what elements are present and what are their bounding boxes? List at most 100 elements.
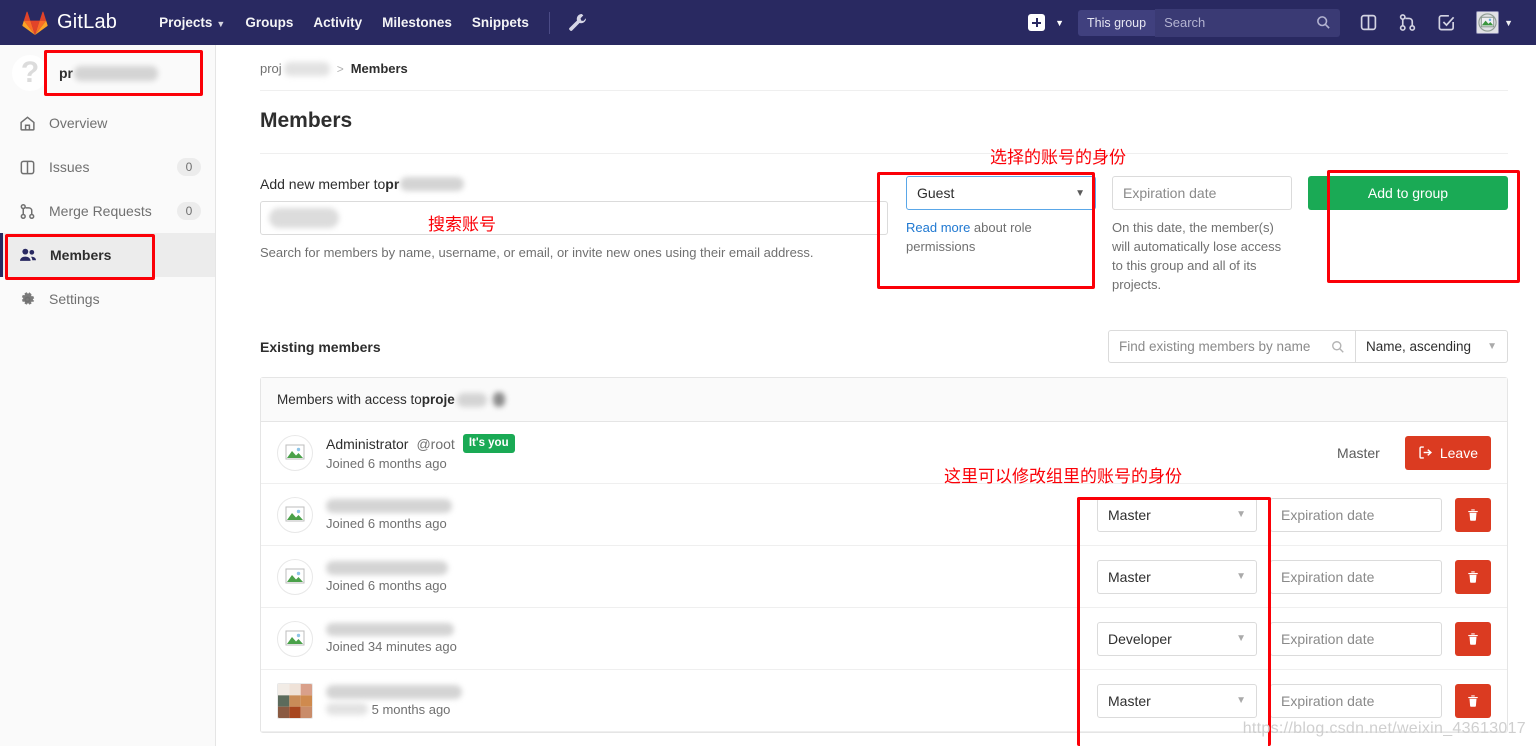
redacted-member-name (326, 685, 462, 699)
submit-column: Add to group (1308, 176, 1508, 210)
remove-member-button[interactable] (1455, 498, 1491, 532)
member-controls: Master ▼ Expiration date (1097, 560, 1491, 594)
remove-member-button[interactable] (1455, 684, 1491, 718)
add-to-group-button[interactable]: Add to group (1308, 176, 1508, 210)
role-select[interactable]: Guest ▼ (906, 176, 1096, 210)
expiration-help: On this date, the member(s) will automat… (1112, 219, 1292, 294)
sidebar-item-issues[interactable]: Issues 0 (0, 145, 215, 189)
add-member-label-group: pr (385, 176, 399, 192)
member-expiration-input[interactable]: Expiration date (1270, 560, 1442, 594)
expiration-date-input[interactable]: Expiration date (1112, 176, 1292, 210)
existing-members-title: Existing members (260, 339, 381, 355)
member-expiration-placeholder: Expiration date (1281, 569, 1374, 585)
wrench-icon[interactable] (560, 13, 595, 32)
table-row: Joined 6 months ago Master ▼ Expiration … (261, 546, 1507, 608)
table-row: 5 months ago Master ▼ Expiration date (261, 670, 1507, 732)
breadcrumb-root[interactable]: proj (260, 61, 282, 76)
sidebar-item-merge-requests-label: Merge Requests (49, 203, 164, 219)
member-role-value: Master (1108, 569, 1151, 585)
trash-icon (1466, 508, 1480, 522)
member-role-select[interactable]: Developer ▼ (1097, 622, 1257, 656)
find-members-input[interactable]: Find existing members by name (1108, 330, 1356, 363)
user-menu-button[interactable]: ▼ (1467, 11, 1522, 34)
nav-link-milestones[interactable]: Milestones (372, 1, 462, 44)
add-member-label-prefix: Add new member to (260, 176, 385, 192)
nav-link-projects[interactable]: Projects▼ (149, 1, 235, 44)
question-mark-avatar-icon: ? (12, 55, 48, 91)
sidebar-item-overview-label: Overview (49, 115, 201, 131)
merge-requests-icon[interactable] (1389, 13, 1426, 32)
nav-link-activity[interactable]: Activity (303, 1, 372, 44)
sort-select[interactable]: Name, ascending ▼ (1356, 330, 1508, 363)
chevron-down-icon: ▼ (1504, 18, 1513, 28)
member-search-help: Search for members by name, username, or… (260, 244, 888, 263)
expiration-column: Expiration date On this date, the member… (1112, 176, 1308, 294)
sidebar-group-name-text: pr (59, 65, 73, 81)
sidebar-group-header[interactable]: ? pr (0, 45, 215, 101)
member-name-line: Administrator @root It's you (326, 434, 1337, 453)
member-expiration-input[interactable]: Expiration date (1270, 684, 1442, 718)
breadcrumb-separator: > (337, 62, 344, 76)
remove-member-button[interactable] (1455, 560, 1491, 594)
redacted-member-name (326, 499, 452, 513)
trash-icon (1466, 694, 1480, 708)
sidebar-item-members-label: Members (50, 247, 201, 263)
status-badge: It's you (463, 434, 515, 453)
member-info: Joined 6 months ago (326, 499, 1097, 531)
broken-image-icon (282, 564, 308, 590)
member-controls: Master ▼ Expiration date (1097, 498, 1491, 532)
sidebar-item-settings[interactable]: Settings (0, 277, 215, 321)
find-members-placeholder: Find existing members by name (1119, 339, 1310, 354)
search-scope-button[interactable]: This group (1078, 10, 1155, 36)
remove-member-button[interactable] (1455, 622, 1491, 656)
sidebar-item-issues-label: Issues (49, 159, 164, 175)
member-expiration-input[interactable]: Expiration date (1270, 622, 1442, 656)
member-expiration-placeholder: Expiration date (1281, 631, 1374, 647)
home-icon (19, 115, 36, 132)
sidebar-item-overview[interactable]: Overview (0, 101, 215, 145)
redacted-group-name (74, 66, 158, 81)
chevron-down-icon: ▼ (1236, 695, 1246, 706)
existing-members-tools: Find existing members by name Name, asce… (1108, 330, 1508, 363)
redacted-joined-prefix (326, 703, 368, 715)
avatar (277, 683, 313, 719)
table-row: Joined 6 months ago Master ▼ Expiration … (261, 484, 1507, 546)
chevron-down-icon: ▼ (1236, 633, 1246, 644)
role-permissions-link[interactable]: Read more (906, 220, 970, 235)
brand-home-link[interactable]: GitLab (0, 11, 131, 35)
left-sidebar: ? pr Overview Issues 0 Merge Requests 0 (0, 45, 216, 746)
redacted-member-name (326, 561, 448, 575)
brand-name: GitLab (57, 11, 117, 34)
member-info: Joined 34 minutes ago (326, 623, 1097, 654)
issues-icon[interactable] (1350, 13, 1387, 32)
search-input[interactable]: Search (1155, 9, 1340, 37)
members-panel-header: Members with access to proje (261, 378, 1507, 422)
new-dropdown-button[interactable]: ▼ (1020, 9, 1072, 36)
users-icon (19, 246, 37, 264)
member-name-line (326, 499, 1097, 513)
chevron-down-icon: ▼ (1236, 571, 1246, 582)
nav-link-snippets[interactable]: Snippets (462, 1, 539, 44)
member-role-select[interactable]: Master ▼ (1097, 684, 1257, 718)
leave-button[interactable]: Leave (1405, 436, 1491, 470)
breadcrumb-current: Members (351, 61, 408, 76)
member-joined: Joined 6 months ago (326, 456, 1337, 471)
members-panel-header-prefix: Members with access to (277, 392, 422, 407)
todos-checkbox-icon[interactable] (1428, 13, 1465, 32)
broken-image-icon (282, 626, 308, 652)
nav-link-groups[interactable]: Groups (235, 1, 303, 44)
sidebar-item-members[interactable]: Members (0, 233, 215, 277)
members-panel: Members with access to proje Administrat (260, 377, 1508, 733)
redacted-breadcrumb-group (284, 62, 330, 76)
chevron-down-icon: ▼ (1236, 509, 1246, 520)
member-search-input[interactable] (260, 201, 888, 235)
gitlab-tanuki-icon (22, 11, 48, 35)
gear-icon (19, 291, 36, 308)
sidebar-item-merge-requests[interactable]: Merge Requests 0 (0, 189, 215, 233)
member-name-line (326, 561, 1097, 575)
avatar (277, 435, 313, 471)
member-role-select[interactable]: Master ▼ (1097, 498, 1257, 532)
avatar (1476, 11, 1499, 34)
member-role-select[interactable]: Master ▼ (1097, 560, 1257, 594)
member-expiration-input[interactable]: Expiration date (1270, 498, 1442, 532)
